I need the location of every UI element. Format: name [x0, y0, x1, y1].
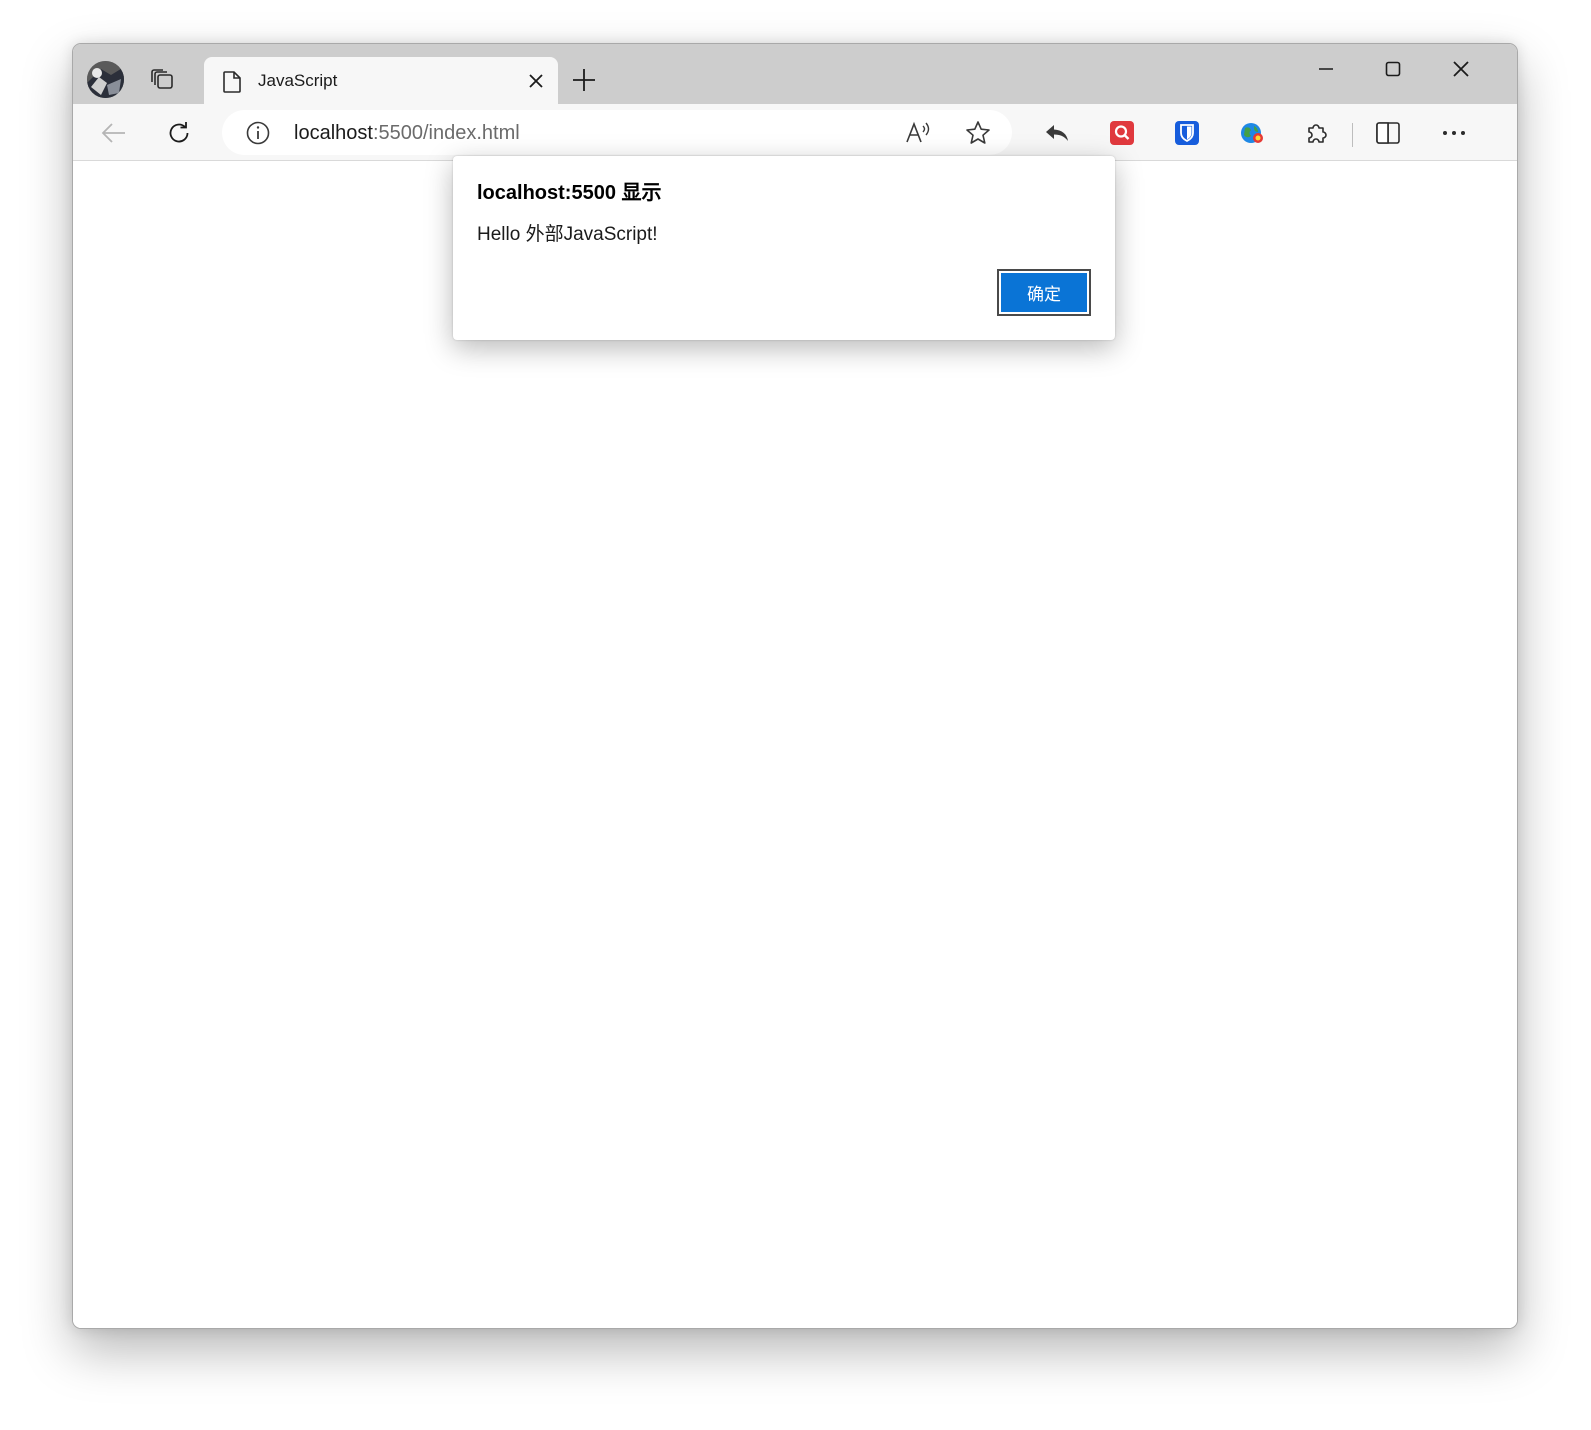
url-path: :5500/index.html	[372, 122, 520, 144]
favorite-button[interactable]	[963, 118, 993, 148]
toolbar-divider	[1352, 123, 1353, 147]
tab-active[interactable]: JavaScript	[204, 57, 558, 105]
globe-extension-icon	[1241, 123, 1263, 143]
back-button[interactable]	[96, 115, 132, 151]
tab-strip: JavaScript	[73, 44, 1517, 105]
new-tab-button[interactable]	[569, 65, 599, 95]
plus-icon	[573, 69, 595, 91]
close-window-button[interactable]	[1438, 52, 1484, 86]
back-arrow-icon	[101, 123, 125, 143]
info-icon[interactable]	[245, 120, 271, 146]
read-aloud-button[interactable]	[904, 118, 934, 148]
navigation-toolbar: localhost:5500/index.html	[73, 104, 1517, 161]
extensions-button[interactable]	[1299, 115, 1335, 151]
bitwarden-shield-icon	[1175, 121, 1199, 145]
dialog-message: Hello 外部JavaScript!	[477, 224, 658, 245]
close-icon	[529, 74, 543, 88]
url-host: localhost	[294, 122, 373, 144]
split-screen-icon	[1376, 122, 1400, 144]
reply-arrow-icon	[1046, 125, 1068, 141]
minimize-button[interactable]	[1303, 52, 1349, 86]
extension-bitwarden-button[interactable]	[1169, 115, 1205, 151]
address-bar[interactable]: localhost:5500/index.html	[222, 110, 1012, 155]
read-aloud-icon	[906, 121, 930, 143]
alert-dialog: localhost:5500 显示 Hello 外部JavaScript! 确定	[453, 156, 1115, 340]
more-dots-icon	[1443, 131, 1465, 135]
search-extension-icon	[1110, 121, 1134, 145]
minimize-icon	[1319, 68, 1333, 70]
avatar-image	[87, 61, 124, 98]
reply-button[interactable]	[1039, 115, 1075, 151]
tab-actions-icon	[151, 69, 173, 89]
extension-search-button[interactable]	[1104, 115, 1140, 151]
profile-avatar[interactable]	[87, 61, 124, 98]
ok-button[interactable]: 确定	[997, 269, 1091, 316]
split-screen-button[interactable]	[1370, 115, 1406, 151]
page-icon	[223, 71, 241, 93]
puzzle-icon	[1308, 124, 1327, 143]
dialog-title: localhost:5500 显示	[477, 182, 662, 204]
close-window-icon	[1453, 61, 1469, 77]
refresh-button[interactable]	[161, 115, 197, 151]
maximize-button[interactable]	[1370, 52, 1416, 86]
star-icon	[966, 121, 990, 144]
maximize-icon	[1385, 61, 1401, 77]
tab-title: JavaScript	[258, 71, 338, 90]
tab-actions-button[interactable]	[147, 64, 179, 96]
url-text[interactable]: localhost:5500/index.html	[294, 122, 520, 144]
refresh-icon	[169, 122, 189, 143]
tab-close-button[interactable]	[524, 69, 548, 93]
more-menu-button[interactable]	[1436, 115, 1472, 151]
extension-globe-button[interactable]	[1234, 115, 1270, 151]
